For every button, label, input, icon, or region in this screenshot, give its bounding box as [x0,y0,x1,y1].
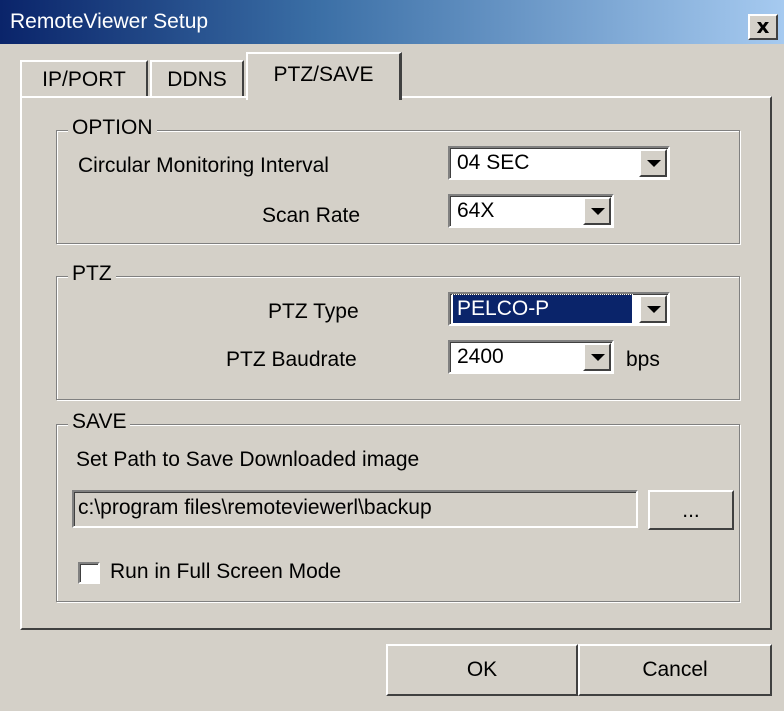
tab-ptz-save-label: PTZ/SAVE [273,63,374,86]
window-title: RemoteViewer Setup [10,10,209,33]
close-button[interactable]: x [748,14,778,40]
chevron-down-icon[interactable] [639,295,667,323]
tab-ip-port[interactable]: IP/PORT [20,60,148,98]
save-path-label: Set Path to Save Downloaded image [76,448,420,471]
chevron-down-icon[interactable] [583,197,611,225]
close-icon: x [756,14,770,38]
ok-button[interactable]: OK [386,644,578,696]
cancel-button-label: Cancel [642,658,708,681]
title-bar: RemoteViewer Setup x [0,0,784,44]
ptz-type-label: PTZ Type [268,300,359,323]
baudrate-unit: bps [626,348,660,371]
browse-button-label: ... [682,499,700,522]
tab-ddns[interactable]: DDNS [150,60,244,98]
fullscreen-label: Run in Full Screen Mode [110,560,342,583]
ptz-type-value: PELCO-P [452,294,633,324]
scan-rate-label: Scan Rate [262,204,361,227]
interval-label: Circular Monitoring Interval [78,154,329,177]
scan-rate-value: 64X [457,199,495,222]
chevron-down-icon[interactable] [583,343,611,371]
ptz-baudrate-value: 2400 [457,345,504,368]
ok-button-label: OK [466,658,498,681]
ptz-group-label: PTZ [68,262,116,286]
interval-value: 04 SEC [457,151,530,174]
save-path-field[interactable]: c:\program files\remoteviewerl\backup [72,490,638,528]
option-group-label: OPTION [68,116,157,140]
browse-button[interactable]: ... [648,490,734,530]
tab-ip-port-label: IP/PORT [42,68,126,91]
tab-ptz-save[interactable]: PTZ/SAVE [246,52,402,100]
interval-select[interactable]: 04 SEC [448,146,670,180]
cancel-button[interactable]: Cancel [578,644,772,696]
chevron-down-icon[interactable] [639,149,667,177]
ptz-baudrate-label: PTZ Baudrate [226,348,357,371]
scan-rate-select[interactable]: 64X [448,194,614,228]
ptz-baudrate-select[interactable]: 2400 [448,340,614,374]
tab-ddns-label: DDNS [167,68,227,91]
fullscreen-checkbox[interactable] [78,562,100,584]
ptz-type-select[interactable]: PELCO-P [448,292,670,326]
save-group-label: SAVE [68,410,131,434]
